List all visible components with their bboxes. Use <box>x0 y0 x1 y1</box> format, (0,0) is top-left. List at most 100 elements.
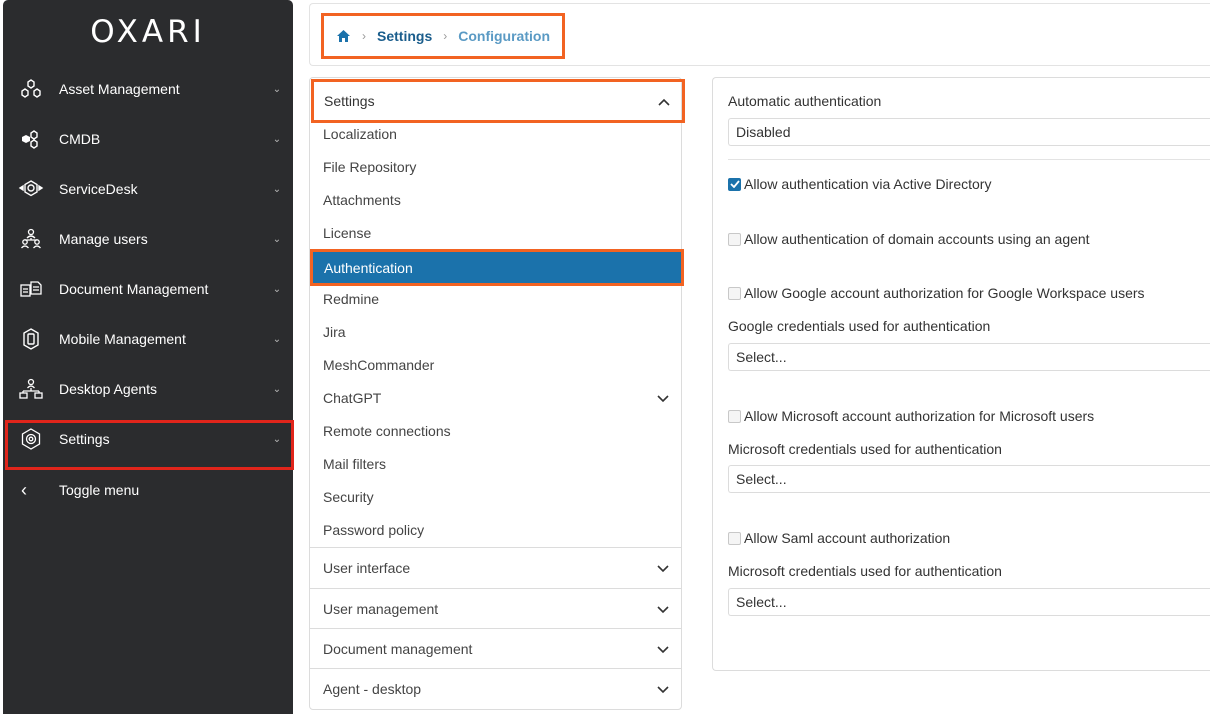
breadcrumb-separator: › <box>362 29 366 43</box>
section-label: User interface <box>323 559 411 576</box>
chevron-down-icon <box>657 681 669 697</box>
menu-item-authentication-active[interactable]: Authentication <box>310 249 684 286</box>
sidebar-item-asset-management[interactable]: Asset Management ⌄ <box>3 64 293 114</box>
chevron-down-icon <box>657 641 669 657</box>
section-user-interface[interactable]: User interface <box>310 547 681 587</box>
agent-auth-row: Allow authentication of domain accounts … <box>728 231 1090 247</box>
saml-cred-select[interactable]: Select... <box>728 588 1210 616</box>
saml-cred-label: Microsoft credentials used for authentic… <box>728 563 1002 579</box>
menu-item-localization[interactable]: Localization <box>323 124 397 144</box>
saml-auth-row: Allow Saml account authorization <box>728 530 950 546</box>
toggle-menu-label: Toggle menu <box>59 482 140 498</box>
sidebar-item-label: ServiceDesk <box>59 181 138 197</box>
ms-cred-select[interactable]: Select... <box>728 465 1210 493</box>
sidebar-item-manage-users[interactable]: Manage users ⌄ <box>3 214 293 264</box>
auto-auth-value: Disabled <box>736 124 791 140</box>
sidebar: OXARI Asset Management ⌄ CMDB ⌄ ServiceD… <box>3 0 294 714</box>
google-cred-label: Google credentials used for authenticati… <box>728 318 991 334</box>
section-user-management[interactable]: User management <box>310 588 681 628</box>
google-auth-row: Allow Google account authorization for G… <box>728 285 1145 301</box>
ms-cred-placeholder: Select... <box>736 471 787 487</box>
sidebar-item-servicedesk[interactable]: ServiceDesk ⌄ <box>3 164 293 214</box>
menu-item-redmine[interactable]: Redmine <box>323 289 379 309</box>
settings-icon <box>3 427 59 451</box>
google-auth-label: Allow Google account authorization for G… <box>744 285 1145 301</box>
authentication-form-panel <box>712 77 1210 671</box>
agent-auth-label: Allow authentication of domain accounts … <box>744 231 1090 247</box>
sidebar-item-label: Settings <box>59 431 110 447</box>
sidebar-item-mobile-management[interactable]: Mobile Management ⌄ <box>3 314 293 364</box>
section-agent-desktop[interactable]: Agent - desktop <box>310 668 681 708</box>
toggle-menu-button[interactable]: ‹ Toggle menu <box>21 478 139 502</box>
sidebar-item-cmdb[interactable]: CMDB ⌄ <box>3 114 293 164</box>
menu-item-attachments[interactable]: Attachments <box>323 190 401 210</box>
google-cred-select[interactable]: Select... <box>728 343 1210 371</box>
chevron-down-icon: ⌄ <box>272 183 282 195</box>
chevron-up-icon <box>658 93 670 109</box>
menu-item-remote-connections[interactable]: Remote connections <box>323 421 451 441</box>
sidebar-item-settings[interactable]: Settings ⌄ <box>3 414 293 464</box>
saml-auth-label: Allow Saml account authorization <box>744 530 951 546</box>
saml-cred-placeholder: Select... <box>736 594 787 610</box>
section-document-management[interactable]: Document management <box>310 628 681 668</box>
menu-item-meshcommander[interactable]: MeshCommander <box>323 355 434 375</box>
section-header-label: Settings <box>324 93 375 109</box>
google-auth-checkbox[interactable] <box>728 286 741 300</box>
menu-item-password-policy[interactable]: Password policy <box>323 520 424 540</box>
asset-icon <box>3 78 59 100</box>
menu-item-label: ChatGPT <box>323 390 382 406</box>
cmdb-icon <box>3 128 59 150</box>
ad-auth-label: Allow authentication via Active Director… <box>744 176 992 192</box>
section-label: Agent - desktop <box>323 680 422 697</box>
ms-auth-row: Allow Microsoft account authorization fo… <box>728 408 1094 424</box>
sidebar-item-label: Mobile Management <box>59 331 186 347</box>
ad-auth-row: Allow authentication via Active Director… <box>728 176 991 192</box>
breadcrumb: › Settings › Configuration <box>321 13 565 59</box>
sidebar-item-label: Asset Management <box>59 81 180 97</box>
menu-item-file-repository[interactable]: File Repository <box>323 157 416 177</box>
breadcrumb-settings-link[interactable]: Settings <box>377 28 432 44</box>
users-icon <box>3 227 59 251</box>
ms-cred-label: Microsoft credentials used for authentic… <box>728 441 1002 457</box>
menu-item-chatgpt[interactable]: ChatGPT <box>323 388 669 408</box>
servicedesk-icon <box>3 178 59 200</box>
menu-item-jira[interactable]: Jira <box>323 322 346 342</box>
chevron-down-icon: ⌄ <box>272 133 282 145</box>
settings-section-header[interactable]: Settings <box>311 79 685 123</box>
sidebar-item-desktop-agents[interactable]: Desktop Agents ⌄ <box>3 364 293 414</box>
sidebar-item-label: Manage users <box>59 231 148 247</box>
breadcrumb-current: Configuration <box>458 28 550 44</box>
sidebar-item-document-management[interactable]: Document Management ⌄ <box>3 264 293 314</box>
chevron-left-icon: ‹ <box>21 479 27 500</box>
chevron-down-icon: ⌄ <box>272 283 282 295</box>
chevron-down-icon: ⌄ <box>272 383 282 395</box>
desktop-agents-icon <box>3 377 59 401</box>
divider <box>728 159 1210 160</box>
section-label: User management <box>323 600 439 617</box>
menu-item-security[interactable]: Security <box>323 487 374 507</box>
chevron-down-icon <box>657 601 669 617</box>
menu-item-mail-filters[interactable]: Mail filters <box>323 454 386 474</box>
chevron-down-icon: ⌄ <box>272 83 282 95</box>
oxari-logo[interactable]: OXARI <box>3 14 293 50</box>
auto-auth-select[interactable]: Disabled <box>728 118 1210 146</box>
chevron-down-icon: ⌄ <box>272 333 282 345</box>
document-icon <box>3 278 59 300</box>
menu-item-license[interactable]: License <box>323 223 371 243</box>
chevron-down-icon: ⌄ <box>272 233 282 245</box>
home-icon[interactable] <box>336 29 351 43</box>
ms-auth-label: Allow Microsoft account authorization fo… <box>744 408 1095 424</box>
saml-auth-checkbox[interactable] <box>728 531 741 545</box>
mobile-icon <box>3 327 59 351</box>
section-label: Document management <box>323 640 473 657</box>
sidebar-item-label: Desktop Agents <box>59 381 158 397</box>
agent-auth-checkbox[interactable] <box>728 232 741 246</box>
auto-auth-label: Automatic authentication <box>728 93 882 109</box>
sidebar-item-label: Document Management <box>59 281 209 297</box>
chevron-down-icon <box>657 560 669 576</box>
chevron-down-icon: ⌄ <box>272 433 282 445</box>
ad-auth-checkbox[interactable] <box>728 177 741 191</box>
chevron-down-icon <box>657 390 669 406</box>
breadcrumb-separator: › <box>443 29 448 43</box>
ms-auth-checkbox[interactable] <box>728 409 741 423</box>
